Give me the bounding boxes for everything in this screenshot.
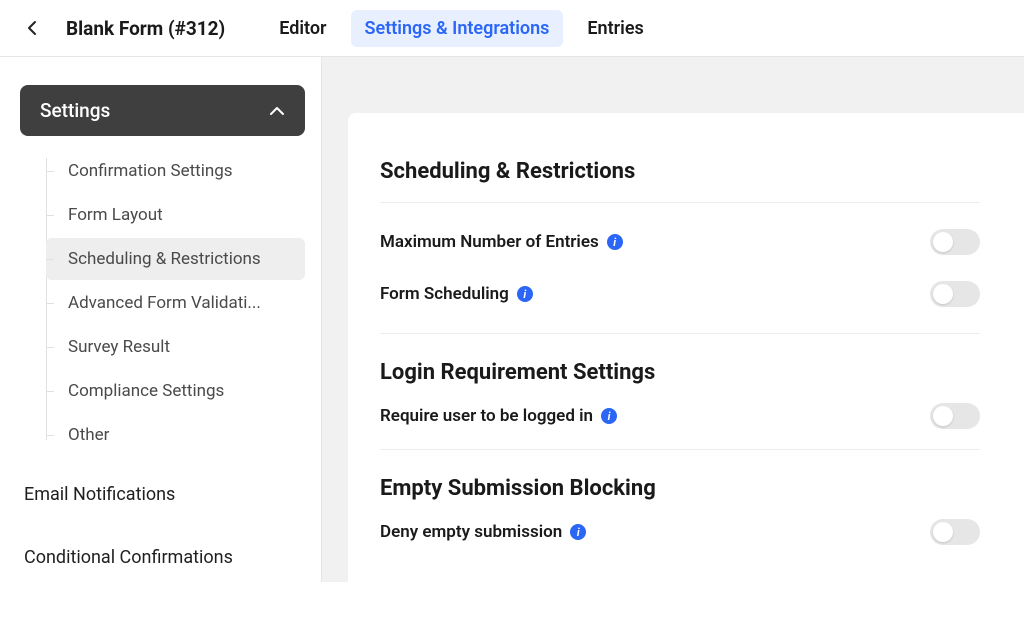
sidebar-accordion-settings[interactable]: Settings xyxy=(20,85,305,136)
info-icon[interactable]: i xyxy=(601,408,617,424)
divider xyxy=(380,449,980,450)
row-require-login: Require user to be logged in i xyxy=(380,403,980,429)
row-label-text: Maximum Number of Entries xyxy=(380,232,599,252)
row-label: Deny empty submission i xyxy=(380,522,586,542)
row-label: Require user to be logged in i xyxy=(380,406,617,426)
row-max-entries: Maximum Number of Entries i xyxy=(380,229,980,255)
sidebar-item-form-layout[interactable]: Form Layout xyxy=(46,194,305,236)
sidebar-accordion-label: Settings xyxy=(40,99,110,122)
chevron-up-icon xyxy=(269,106,285,116)
main-area: Scheduling & Restrictions Maximum Number… xyxy=(322,57,1024,582)
sidebar-link-conditional-confirmations[interactable]: Conditional Confirmations xyxy=(20,533,305,582)
row-label-text: Deny empty submission xyxy=(380,522,562,542)
toggle-deny-empty[interactable] xyxy=(930,519,980,545)
toggle-knob xyxy=(933,522,953,542)
tab-entries[interactable]: Entries xyxy=(573,10,657,47)
sidebar-item-other[interactable]: Other xyxy=(46,414,305,456)
sidebar-item-scheduling-restrictions[interactable]: Scheduling & Restrictions xyxy=(46,238,305,280)
divider xyxy=(380,202,980,203)
row-label: Form Scheduling i xyxy=(380,284,533,304)
toggle-knob xyxy=(933,284,953,304)
sidebar-item-advanced-form-validation[interactable]: Advanced Form Validati... xyxy=(46,282,305,324)
sidebar-link-email-notifications[interactable]: Email Notifications xyxy=(20,470,305,519)
row-label-text: Require user to be logged in xyxy=(380,406,593,426)
row-label: Maximum Number of Entries i xyxy=(380,232,623,252)
toggle-knob xyxy=(933,406,953,426)
sidebar-subnav: Confirmation Settings Form Layout Schedu… xyxy=(46,150,305,456)
tab-settings-integrations[interactable]: Settings & Integrations xyxy=(351,10,564,47)
settings-panel: Scheduling & Restrictions Maximum Number… xyxy=(348,113,1024,631)
sidebar: Settings Confirmation Settings Form Layo… xyxy=(0,57,322,582)
sidebar-item-confirmation-settings[interactable]: Confirmation Settings xyxy=(46,150,305,192)
sidebar-item-survey-result[interactable]: Survey Result xyxy=(46,326,305,368)
row-form-scheduling: Form Scheduling i xyxy=(380,281,980,307)
form-title: Blank Form (#312) xyxy=(66,17,225,40)
row-label-text: Form Scheduling xyxy=(380,284,509,304)
section-title-empty-submission: Empty Submission Blocking xyxy=(380,476,980,501)
tab-editor[interactable]: Editor xyxy=(265,10,340,47)
toggle-require-login[interactable] xyxy=(930,403,980,429)
back-button[interactable] xyxy=(20,16,44,40)
sidebar-item-compliance-settings[interactable]: Compliance Settings xyxy=(46,370,305,412)
top-bar: Blank Form (#312) Editor Settings & Inte… xyxy=(0,0,1024,57)
divider xyxy=(380,333,980,334)
section-title-scheduling: Scheduling & Restrictions xyxy=(380,159,980,184)
chevron-left-icon xyxy=(27,20,37,36)
toggle-knob xyxy=(933,232,953,252)
info-icon[interactable]: i xyxy=(570,524,586,540)
info-icon[interactable]: i xyxy=(517,286,533,302)
row-deny-empty-submission: Deny empty submission i xyxy=(380,519,980,545)
toggle-form-scheduling[interactable] xyxy=(930,281,980,307)
section-title-login: Login Requirement Settings xyxy=(380,360,980,385)
toggle-max-entries[interactable] xyxy=(930,229,980,255)
info-icon[interactable]: i xyxy=(607,234,623,250)
